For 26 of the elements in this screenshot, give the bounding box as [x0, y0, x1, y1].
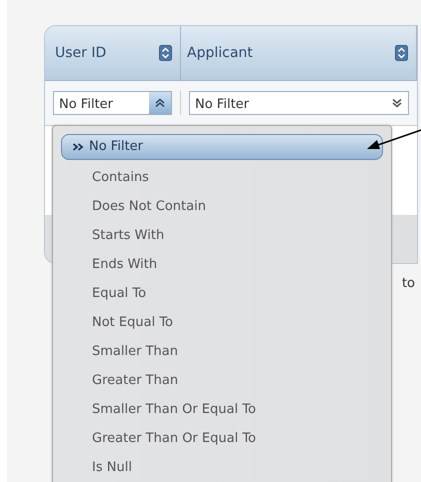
sort-icon[interactable]: [159, 45, 172, 61]
column-header[interactable]: Applicant: [181, 26, 417, 80]
menu-item[interactable]: Is Null: [53, 453, 391, 482]
menu-item[interactable]: Smaller Than: [53, 337, 391, 366]
double-chevron-up-icon: [154, 98, 166, 108]
menu-item[interactable]: No Filter: [61, 134, 383, 160]
column-header[interactable]: User ID: [45, 26, 181, 80]
sort-icon[interactable]: [395, 45, 408, 61]
dropdown-toggle-button[interactable]: [149, 92, 171, 114]
menu-item[interactable]: Contains: [53, 163, 391, 192]
filter-dropdown[interactable]: No Filter: [53, 91, 172, 115]
pager-text: to: [402, 276, 415, 291]
column-title: Applicant: [187, 44, 253, 62]
menu-item[interactable]: Does Not Contain: [53, 192, 391, 221]
column-title: User ID: [55, 44, 106, 62]
menu-item[interactable]: Smaller Than Or Equal To: [53, 395, 391, 424]
double-chevron-down-icon: [391, 98, 403, 108]
menu-item[interactable]: Ends With: [53, 250, 391, 279]
menu-item[interactable]: Starts With: [53, 221, 391, 250]
menu-item[interactable]: Greater Than Or Equal To: [53, 424, 391, 453]
filter-dropdown[interactable]: No Filter: [189, 91, 409, 115]
annotation-arrow: [367, 127, 421, 149]
menu-item[interactable]: Greater Than: [53, 366, 391, 395]
menu-item[interactable]: Not Equal To: [53, 308, 391, 337]
menu-item[interactable]: Equal To: [53, 279, 391, 308]
double-chevron-icon: [72, 142, 84, 152]
